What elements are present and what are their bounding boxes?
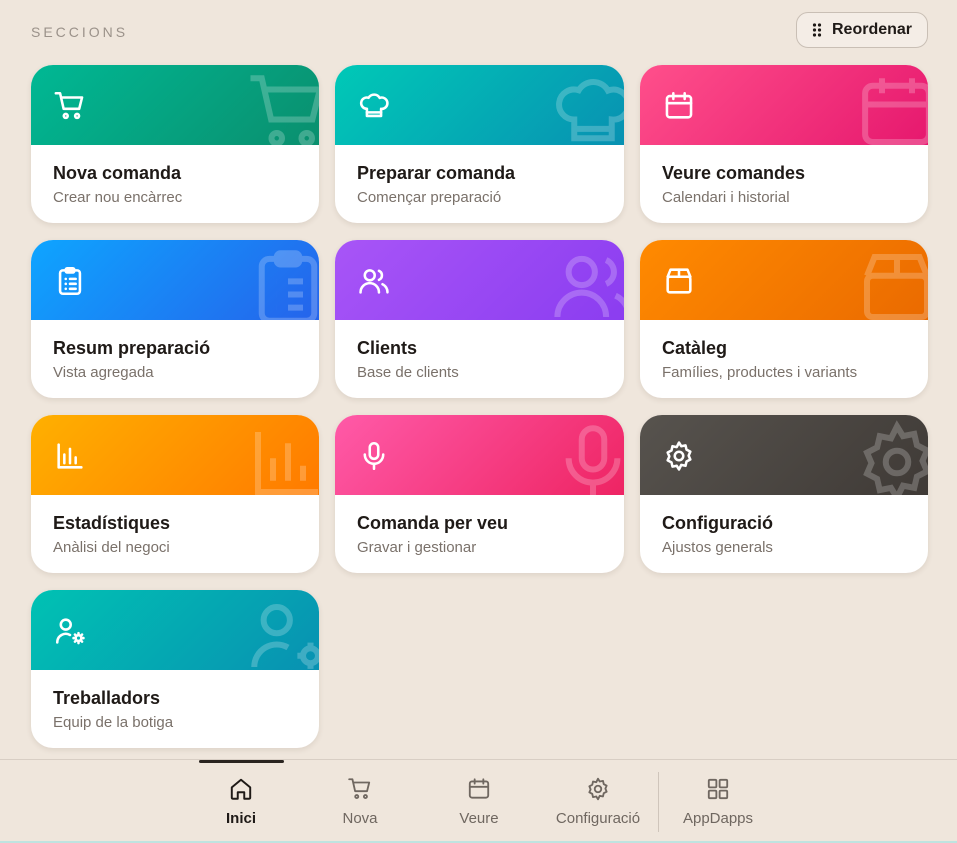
card-subtitle: Ajustos generals: [662, 539, 773, 556]
card-header: [335, 65, 624, 145]
card-title: Configuració: [662, 513, 773, 533]
card-subtitle: Calendari i historial: [662, 189, 790, 206]
nav-divider: [658, 772, 659, 832]
nav-item-nova[interactable]: Nova: [305, 776, 415, 836]
cart-icon: [250, 75, 319, 145]
card-title: Treballadors: [53, 688, 161, 708]
sections-grid: Nova comanda Crear nou encàrrec Preparar…: [31, 65, 928, 748]
chef-hat-icon: [359, 93, 389, 118]
reorder-button[interactable]: Reordenar: [796, 12, 928, 48]
nav-item-inici[interactable]: Inici: [186, 776, 296, 836]
card-header: [640, 415, 928, 495]
gear-icon: [863, 420, 928, 495]
box-icon: [666, 268, 692, 294]
card-subtitle: Anàlisi del negoci: [53, 539, 170, 556]
nav-item-appdapps[interactable]: AppDapps: [663, 776, 773, 836]
card-title: Preparar comanda: [357, 163, 516, 183]
card-configuracio[interactable]: Configuració Ajustos generals: [640, 415, 928, 573]
calendar-icon: [665, 91, 693, 119]
grid-icon: [707, 778, 729, 800]
nav-label: Inici: [225, 810, 256, 827]
app-page: SECCIONS Reordenar Nova comanda Crear no…: [0, 0, 957, 843]
cart-icon: [348, 778, 371, 800]
calendar-icon: [862, 78, 928, 145]
nav-item-veure[interactable]: Veure: [424, 776, 534, 836]
card-title: Catàleg: [662, 338, 728, 358]
card-subtitle: Crear nou encàrrec: [53, 189, 183, 206]
card-subtitle: Famílies, productes i variants: [662, 364, 858, 381]
card-clients[interactable]: Clients Base de clients: [335, 240, 624, 398]
card-cataleg[interactable]: Catàleg Famílies, productes i variants: [640, 240, 928, 398]
active-tab-indicator: [199, 760, 284, 763]
card-subtitle: Equip de la botiga: [53, 714, 174, 731]
nav-label: Configuració: [555, 810, 641, 827]
card-header: [640, 65, 928, 145]
card-header: [31, 415, 319, 495]
nav-label: Nova: [342, 810, 378, 827]
card-treballadors[interactable]: Treballadors Equip de la botiga: [31, 590, 319, 748]
clipboard-list-icon: [258, 250, 318, 320]
card-preparar-comanda[interactable]: Preparar comanda Començar preparació: [335, 65, 624, 223]
card-header: [31, 590, 319, 670]
nav-label: AppDapps: [682, 810, 754, 827]
chef-hat-icon: [556, 79, 624, 142]
bottom-navigation: Inici Nova Veure Configuració AppDapps: [0, 759, 957, 843]
card-subtitle: Vista agregada: [53, 364, 154, 381]
users-icon: [359, 269, 389, 294]
card-subtitle: Començar preparació: [357, 189, 502, 206]
section-title: SECCIONS: [31, 24, 129, 40]
card-resum-preparacio[interactable]: Resum preparació Vista agregada: [31, 240, 319, 398]
card-nova-comanda[interactable]: Nova comanda Crear nou encàrrec: [31, 65, 319, 223]
card-title: Estadístiques: [53, 513, 171, 533]
gear-icon: [666, 441, 692, 471]
clipboard-list-icon: [58, 266, 82, 296]
gear-icon: [588, 777, 608, 801]
card-title: Veure comandes: [662, 163, 806, 183]
card-subtitle: Base de clients: [357, 364, 459, 381]
nav-label: Veure: [459, 810, 499, 827]
user-gear-icon: [55, 618, 85, 645]
drag-dots-icon: [812, 23, 822, 37]
card-subtitle: Gravar i gestionar: [357, 539, 477, 556]
card-title: Comanda per veu: [357, 513, 509, 533]
box-icon: [864, 254, 928, 320]
bar-chart-icon: [255, 432, 318, 495]
home-icon: [230, 778, 252, 800]
card-header: [31, 240, 319, 320]
card-title: Nova comanda: [53, 163, 182, 183]
card-estadistiques[interactable]: Estadístiques Anàlisi del negoci: [31, 415, 319, 573]
reorder-label: Reordenar: [831, 21, 913, 38]
card-header: [31, 65, 319, 145]
card-header: [335, 240, 624, 320]
card-title: Resum preparació: [53, 338, 211, 358]
microphone-icon: [565, 425, 621, 495]
user-gear-icon: [251, 604, 319, 669]
card-comanda-per-veu[interactable]: Comanda per veu Gravar i gestionar: [335, 415, 624, 573]
cart-icon: [54, 91, 84, 120]
nav-item-configuracio[interactable]: Configuració: [543, 776, 653, 836]
card-header: [335, 415, 624, 495]
microphone-icon: [363, 441, 385, 471]
card-header: [640, 240, 928, 320]
calendar-icon: [468, 778, 490, 799]
card-veure-comandes[interactable]: Veure comandes Calendari i historial: [640, 65, 928, 223]
sections-header: SECCIONS Reordenar: [31, 12, 928, 50]
bar-chart-icon: [57, 443, 83, 469]
card-title: Clients: [357, 338, 418, 358]
users-icon: [554, 255, 624, 318]
